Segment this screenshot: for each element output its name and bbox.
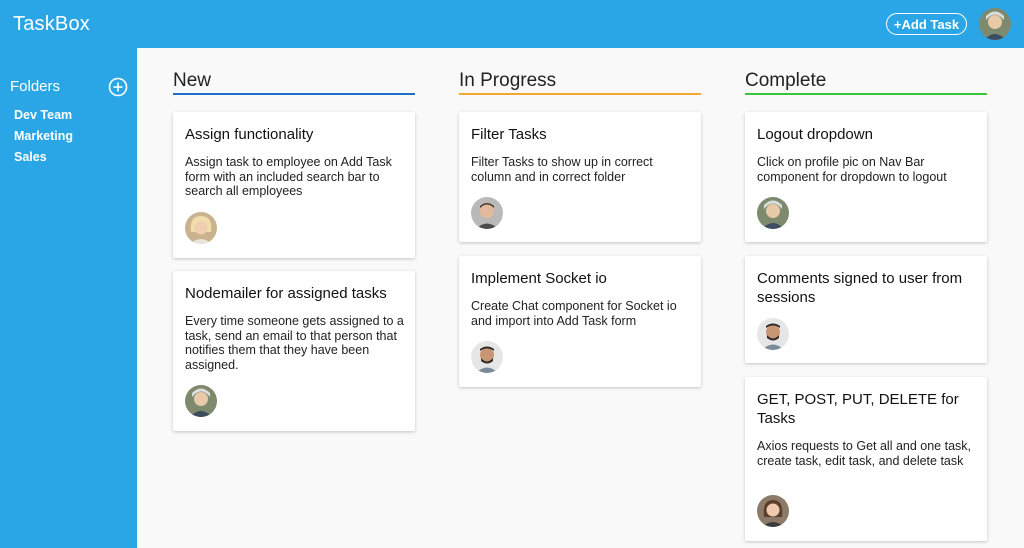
sidebar: Folders Dev Team Marketing Sales (0, 48, 137, 548)
assignee-avatar (757, 318, 789, 350)
folder-item-dev-team[interactable]: Dev Team (14, 108, 73, 129)
task-card[interactable]: Assign functionality Assign task to empl… (173, 112, 415, 258)
column-title: Complete (745, 70, 827, 91)
task-description: Axios requests to Get all and one task, … (757, 439, 972, 468)
task-description: Assign task to employee on Add Task form… (185, 155, 392, 198)
folders-heading: Folders (10, 78, 61, 95)
task-title: GET, POST, PUT, DELETE for Tasks (757, 391, 959, 427)
assignee-avatar (757, 495, 789, 527)
task-title: Logout dropdown (757, 126, 873, 143)
assignee-avatar (185, 385, 217, 417)
task-title: Filter Tasks (471, 126, 547, 143)
folder-item-marketing[interactable]: Marketing (14, 129, 73, 150)
task-description: Click on profile pic on Nav Bar componen… (757, 155, 947, 184)
task-card[interactable]: Implement Socket io Create Chat componen… (459, 256, 701, 387)
task-board: New Assign functionality Assign task to … (137, 48, 1024, 548)
task-title: Nodemailer for assigned tasks (185, 285, 387, 302)
assignee-avatar (185, 212, 217, 244)
profile-avatar[interactable] (979, 8, 1011, 40)
column-title: New (173, 70, 212, 91)
task-card[interactable]: Filter Tasks Filter Tasks to show up in … (459, 112, 701, 242)
task-description: Create Chat component for Socket io and … (471, 299, 677, 328)
task-card[interactable]: Comments signed to user from sessions (745, 256, 987, 363)
task-card[interactable]: GET, POST, PUT, DELETE for Tasks Axios r… (745, 377, 987, 541)
column-divider (459, 93, 701, 95)
folder-item-sales[interactable]: Sales (14, 150, 73, 171)
add-folder-icon[interactable] (108, 77, 128, 97)
add-task-button[interactable]: +Add Task (886, 13, 967, 35)
assignee-avatar (471, 197, 503, 229)
top-nav-bar: TaskBox +Add Task (0, 0, 1024, 48)
column-divider (173, 93, 415, 95)
column-title: In Progress (459, 70, 557, 91)
folder-list: Dev Team Marketing Sales (14, 108, 73, 171)
task-title: Assign functionality (185, 126, 314, 143)
task-title: Implement Socket io (471, 270, 607, 287)
assignee-avatar (471, 341, 503, 373)
task-card[interactable]: Nodemailer for assigned tasks Every time… (173, 271, 415, 431)
task-title: Comments signed to user from sessions (757, 270, 963, 306)
assignee-avatar (757, 197, 789, 229)
app-title: TaskBox (13, 13, 90, 35)
column-divider (745, 93, 987, 95)
task-description: Every time someone gets assigned to a ta… (185, 314, 404, 372)
task-card[interactable]: Logout dropdown Click on profile pic on … (745, 112, 987, 242)
task-description: Filter Tasks to show up in correct colum… (471, 155, 653, 184)
